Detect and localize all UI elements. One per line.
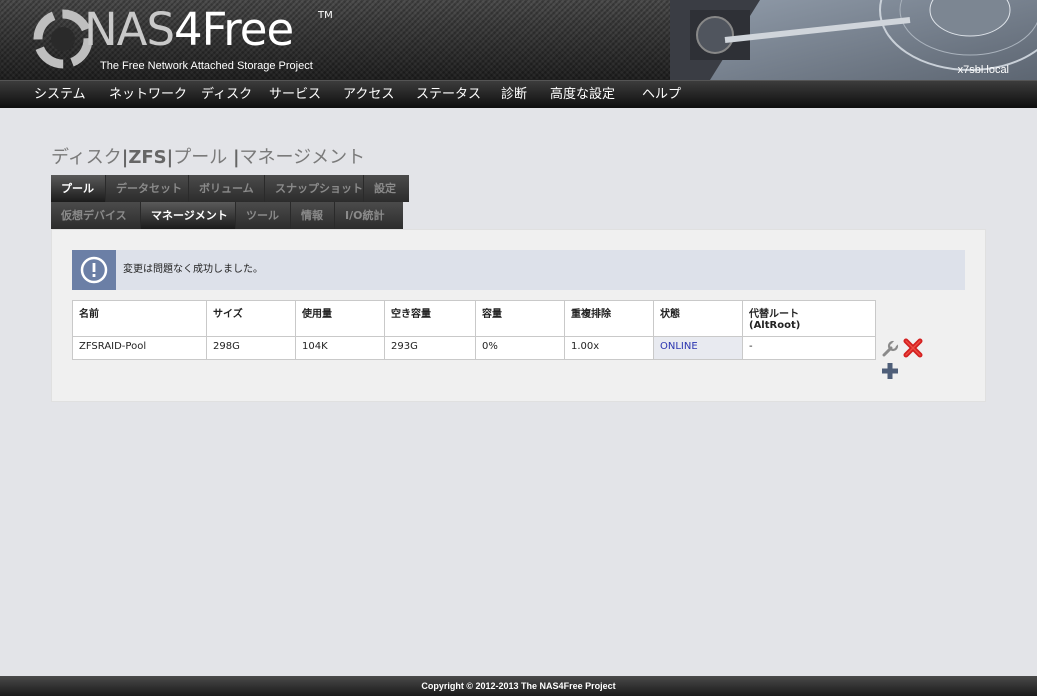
menu-advanced[interactable]: 高度な設定 bbox=[550, 81, 615, 108]
tab-snapshots[interactable]: スナップショット bbox=[265, 175, 364, 202]
tab-virtual-devices[interactable]: 仮想デバイス bbox=[51, 202, 141, 229]
column-header-free: 空き容量 bbox=[384, 300, 476, 337]
column-header-size: サイズ bbox=[206, 300, 296, 337]
column-header-status: 状態 bbox=[653, 300, 743, 337]
table-row: ZFSRAID-Pool 298G 104K 293G 0% 1.00x ONL… bbox=[72, 336, 876, 360]
title-zfs: ZFS bbox=[128, 147, 167, 168]
logo-trademark: TM bbox=[318, 10, 333, 21]
column-header-altroot: 代替ルート (AltRoot) bbox=[742, 300, 876, 337]
menu-access[interactable]: アクセス bbox=[343, 81, 394, 108]
tabs-secondary: 仮想デバイス マネージメント ツール 情報 I/O統計 bbox=[51, 202, 403, 229]
info-message: 変更は問題なく成功しました。 bbox=[123, 264, 263, 275]
tab-configuration[interactable]: 設定 bbox=[364, 175, 409, 202]
add-icon[interactable] bbox=[881, 362, 899, 380]
tab-io-statistics[interactable]: I/O統計 bbox=[335, 202, 403, 229]
logo-tagline: The Free Network Attached Storage Projec… bbox=[100, 60, 313, 72]
tab-datasets[interactable]: データセット bbox=[106, 175, 189, 202]
pool-size-cell: 298G bbox=[206, 336, 296, 360]
main-menu: システム ネットワーク ディスク サービス アクセス ステータス 診断 高度な設… bbox=[0, 80, 1037, 108]
menu-help[interactable]: ヘルプ bbox=[642, 81, 681, 108]
hostname: x7sbl.local bbox=[957, 64, 1009, 76]
info-icon bbox=[80, 256, 108, 284]
logo-4free: 4Free bbox=[174, 3, 294, 56]
title-management: マネージメント bbox=[239, 147, 366, 168]
column-header-name: 名前 bbox=[72, 300, 207, 337]
altroot-label: 代替ルート bbox=[749, 309, 799, 320]
pool-altroot-cell: - bbox=[742, 336, 876, 360]
header: NAS4Free TM The Free Network Attached St… bbox=[0, 0, 1037, 80]
title-disks: ディスク bbox=[51, 147, 122, 168]
pool-free-cell: 293G bbox=[384, 336, 476, 360]
altroot-sublabel: (AltRoot) bbox=[749, 320, 801, 331]
menu-system[interactable]: システム bbox=[34, 81, 86, 108]
tab-volumes[interactable]: ボリューム bbox=[189, 175, 265, 202]
column-header-dedup: 重複排除 bbox=[564, 300, 654, 337]
tabs-primary: プール データセット ボリューム スナップショット 設定 bbox=[51, 175, 409, 202]
column-header-used: 使用量 bbox=[295, 300, 385, 337]
title-sep: | bbox=[232, 147, 240, 168]
footer: Copyright © 2012-2013 The NAS4Free Proje… bbox=[0, 676, 1037, 696]
pool-capacity-cell: 0% bbox=[475, 336, 565, 360]
tab-pools[interactable]: プール bbox=[51, 175, 106, 202]
info-banner: 変更は問題なく成功しました。 bbox=[72, 250, 965, 290]
title-pools: プール bbox=[173, 147, 228, 168]
logo-wordmark: NAS4Free bbox=[84, 2, 294, 58]
column-header-capacity: 容量 bbox=[475, 300, 565, 337]
menu-network[interactable]: ネットワーク bbox=[109, 81, 187, 108]
tab-information[interactable]: 情報 bbox=[291, 202, 335, 229]
pool-table: 名前 サイズ 使用量 空き容量 容量 重複排除 状態 代替ルート (AltRoot… bbox=[72, 300, 876, 360]
wrench-icon[interactable] bbox=[881, 340, 899, 358]
delete-icon[interactable] bbox=[903, 338, 923, 358]
menu-services[interactable]: サービス bbox=[269, 81, 321, 108]
pool-name-cell: ZFSRAID-Pool bbox=[72, 336, 207, 360]
menu-diagnostics[interactable]: 診断 bbox=[501, 81, 527, 108]
logo-nas: NAS bbox=[84, 3, 175, 56]
page-title: ディスク|ZFS|プール |マネージメント bbox=[51, 143, 365, 169]
pool-dedup-cell: 1.00x bbox=[564, 336, 654, 360]
tab-management[interactable]: マネージメント bbox=[141, 202, 236, 229]
info-icon-bg bbox=[72, 250, 116, 290]
pool-status-cell: ONLINE bbox=[653, 336, 743, 360]
table-header-row: 名前 サイズ 使用量 空き容量 容量 重複排除 状態 代替ルート (AltRoot… bbox=[72, 300, 876, 337]
menu-disks[interactable]: ディスク bbox=[201, 81, 252, 108]
menu-status[interactable]: ステータス bbox=[416, 81, 481, 108]
tab-tools[interactable]: ツール bbox=[236, 202, 291, 229]
pool-used-cell: 104K bbox=[295, 336, 385, 360]
